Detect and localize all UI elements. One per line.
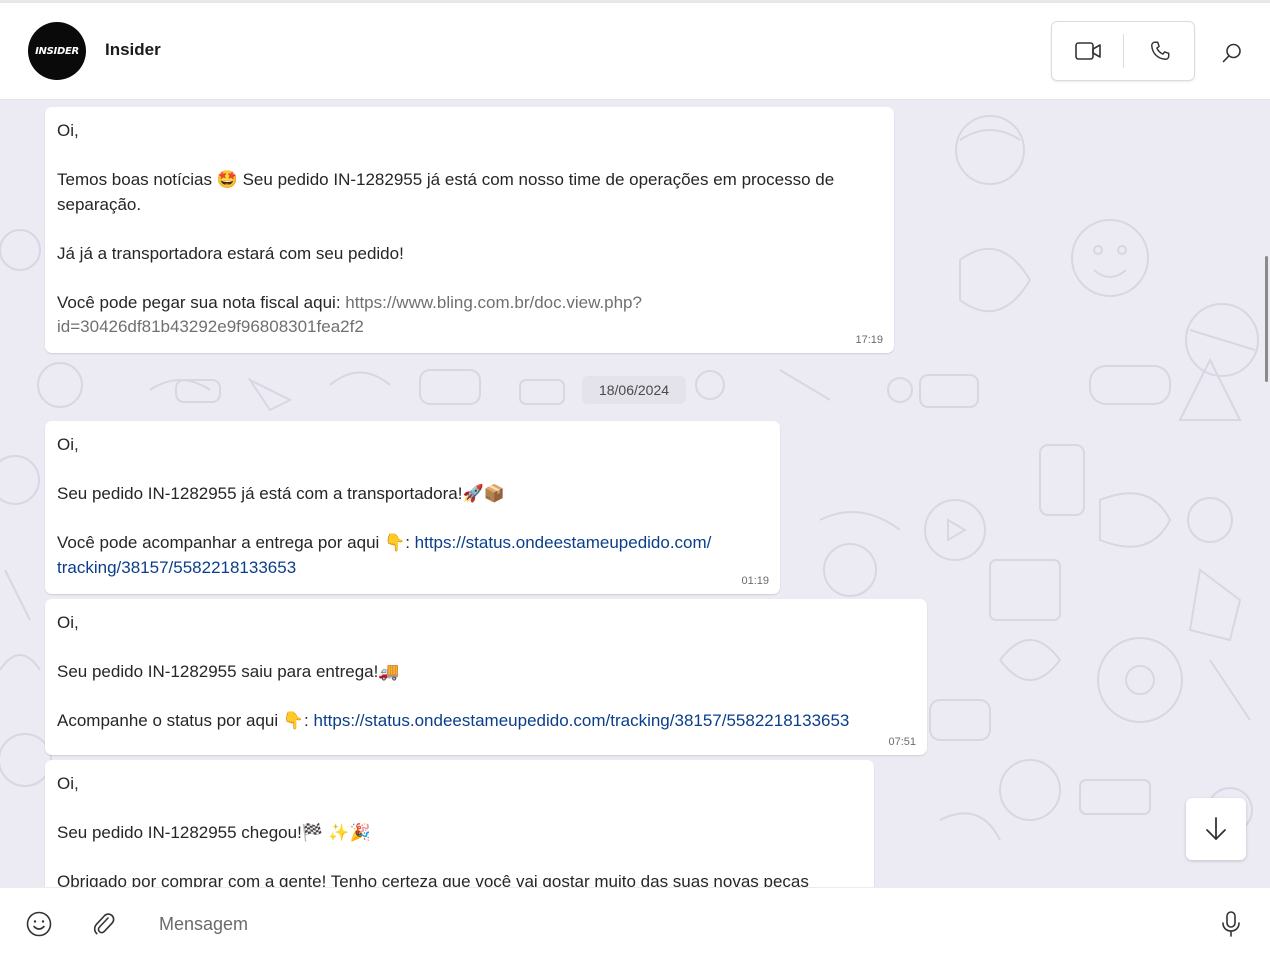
message-text: Já já a transportadora estará com seu pe… (57, 243, 404, 263)
pointing-down-emoji: 👇 (384, 533, 406, 553)
arrow-down-icon (1206, 817, 1226, 840)
attach-button[interactable] (86, 906, 122, 942)
message-bubble-1[interactable]: Oi, Temos boas notícias 🤩 Seu pedido IN-… (45, 107, 894, 353)
emoji-smile-icon (26, 911, 52, 937)
message-text: Seu pedido IN-1282955 chegou!🏁 ✨🎉 (57, 821, 862, 846)
message-list[interactable]: Oi, Temos boas notícias 🤩 Seu pedido IN-… (0, 100, 1270, 887)
phone-icon (1150, 41, 1169, 60)
rocket-package-emoji: 🚀📦 (462, 484, 505, 504)
message-greeting: Oi, (57, 121, 79, 140)
date-separator: 18/06/2024 (582, 376, 686, 404)
message-text: Você pode acompanhar a entrega por aqui … (57, 531, 768, 556)
checkered-flag-sparkles-party-emoji: 🏁 ✨🎉 (301, 823, 371, 843)
voice-call-button[interactable] (1124, 22, 1195, 80)
message-greeting: Oi, (57, 435, 79, 454)
voice-message-button[interactable] (1213, 906, 1249, 942)
scroll-to-bottom-button[interactable] (1186, 798, 1246, 860)
video-call-button[interactable] (1052, 22, 1123, 80)
message-input[interactable] (150, 904, 1180, 944)
message-text: separação. (57, 194, 142, 214)
message-text: Temos boas notícias 🤩 Seu pedido IN-1282… (57, 168, 882, 193)
avatar-logo-text: INSIDER (35, 45, 79, 57)
chat-scrollbar[interactable] (1265, 256, 1268, 382)
message-text: Você pode pegar sua nota fiscal aqui: ht… (57, 292, 642, 312)
emoji-button[interactable] (21, 906, 57, 942)
message-bubble-2[interactable]: Oi, Seu pedido IN-1282955 já está com a … (45, 421, 780, 594)
invoice-link-continued[interactable]: id=30426df81b43292e9f96808301fea2f2 (57, 315, 882, 340)
message-greeting: Oi, (57, 613, 79, 632)
message-text: Seu pedido IN-1282955 saiu para entrega!… (57, 660, 915, 685)
search-icon (1222, 43, 1241, 63)
call-button-group (1051, 21, 1195, 81)
tracking-link-continued[interactable]: tracking/38157/5582218133653 (57, 556, 768, 581)
message-timestamp: 07:51 (888, 736, 916, 748)
search-button[interactable] (1210, 31, 1254, 75)
microphone-icon (1222, 911, 1240, 937)
star-struck-emoji: 🤩 (216, 170, 238, 190)
message-text: Obrigado por comprar com a gente! Tenho … (57, 872, 809, 887)
invoice-link[interactable]: https://www.bling.com.br/doc.view.php? (345, 293, 642, 312)
message-timestamp: 01:19 (741, 575, 769, 587)
message-composer (0, 887, 1270, 958)
message-timestamp: 17:19 (855, 334, 883, 346)
video-camera-icon (1074, 42, 1101, 60)
message-bubble-4[interactable]: Oi, Seu pedido IN-1282955 chegou!🏁 ✨🎉 Ob… (45, 760, 874, 887)
message-bubble-3[interactable]: Oi, Seu pedido IN-1282955 saiu para entr… (45, 599, 927, 755)
contact-avatar[interactable]: INSIDER (28, 22, 86, 80)
tracking-link[interactable]: https://status.ondeestameupedido.com/tra… (314, 711, 850, 730)
chat-header: INSIDER Insider (0, 3, 1270, 100)
tracking-link[interactable]: https://status.ondeestameupedido.com/ (415, 533, 712, 552)
message-greeting: Oi, (57, 774, 79, 793)
contact-name[interactable]: Insider (105, 40, 161, 60)
delivery-truck-emoji: 🚚 (378, 662, 400, 682)
message-text: Seu pedido IN-1282955 já está com a tran… (57, 482, 768, 507)
paperclip-icon (93, 913, 115, 935)
message-text: Acompanhe o status por aqui 👇: https://s… (57, 709, 915, 734)
pointing-down-emoji: 👇 (282, 711, 305, 731)
